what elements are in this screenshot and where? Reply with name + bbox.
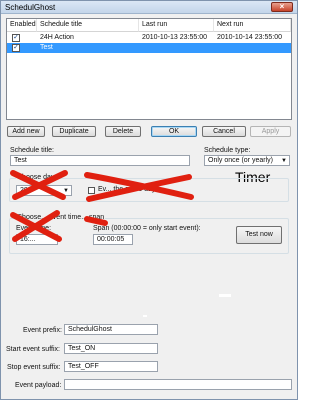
column-header-title[interactable]: Schedule title	[37, 19, 139, 32]
schedule-type-label: Schedule type:	[204, 147, 251, 154]
ok-button[interactable]: OK	[151, 126, 197, 137]
choose-day-caption: Choose day	[16, 174, 56, 181]
event-time-input[interactable]: 16:...	[16, 234, 58, 245]
artifact-mark	[219, 294, 231, 297]
title-bar[interactable]: SchedulGhost ×	[1, 1, 297, 14]
start-suffix-input[interactable]: Test_ON	[64, 343, 158, 354]
close-button[interactable]: ×	[271, 2, 293, 12]
row-title: Test	[40, 44, 53, 51]
schedule-title-input[interactable]: Test	[10, 155, 190, 166]
event-prefix-label: Event prefix:	[23, 327, 62, 334]
chevron-down-icon: ▼	[281, 158, 287, 164]
same-day-label: Ev... the same day	[98, 186, 156, 193]
stop-suffix-label: Stop event suffix:	[7, 364, 61, 371]
apply-button[interactable]: Apply	[250, 126, 291, 137]
duplicate-button[interactable]: Duplicate	[52, 126, 96, 137]
same-day-checkbox[interactable]	[88, 187, 95, 194]
column-header-last-run[interactable]: Last run	[139, 19, 214, 32]
span-input[interactable]: 00:00:05	[93, 234, 133, 245]
column-header-enabled[interactable]: Enabled	[7, 19, 37, 32]
window-title: SchedulGhost	[5, 3, 56, 12]
row-title: 24H Action	[40, 34, 74, 41]
enabled-checkbox[interactable]: ✓	[12, 34, 20, 42]
stop-suffix-input[interactable]: Test_OFF	[64, 361, 158, 372]
table-row[interactable]: ✓ 24H Action 2010-10-13 23:55:00 2010-10…	[7, 33, 291, 43]
delete-button[interactable]: Delete	[105, 126, 141, 137]
schedule-title-label: Schedule title:	[10, 147, 54, 154]
event-payload-label: Event payload:	[15, 382, 62, 389]
schedulghost-window: SchedulGhost × Enabled Schedule title La…	[0, 0, 298, 400]
chevron-down-icon: ▼	[63, 188, 69, 194]
cancel-button[interactable]: Cancel	[202, 126, 246, 137]
event-payload-input[interactable]	[64, 379, 292, 390]
schedule-list[interactable]: Enabled Schedule title Last run Next run…	[6, 18, 292, 120]
artifact-mark	[143, 315, 147, 317]
span-label: Span (00:00:00 = only start event):	[93, 225, 201, 232]
schedule-type-dropdown[interactable]: Only once (or yearly) ▼	[204, 155, 290, 166]
schedule-type-value: Only once (or yearly)	[208, 157, 273, 164]
enabled-checkbox[interactable]: ✓	[12, 44, 20, 52]
event-prefix-input[interactable]: SchedulGhost	[64, 324, 158, 335]
date-picker[interactable]: 20 ▼	[16, 185, 72, 196]
event-time-caption: Choose... event time... span	[16, 214, 106, 221]
row-last-run: 2010-10-13 23:55:00	[142, 34, 207, 41]
row-next-run: 2010-10-14 23:55:00	[217, 34, 282, 41]
column-header-next-run[interactable]: Next run	[214, 19, 291, 32]
add-new-button[interactable]: Add new	[7, 126, 45, 137]
test-now-button[interactable]: Test now	[236, 226, 282, 244]
date-value: 20	[20, 187, 28, 194]
table-row-selected[interactable]: ✓ Test	[7, 43, 291, 53]
event-time-label: Event time:	[16, 225, 52, 232]
start-suffix-label: Start event suffix:	[6, 346, 60, 353]
